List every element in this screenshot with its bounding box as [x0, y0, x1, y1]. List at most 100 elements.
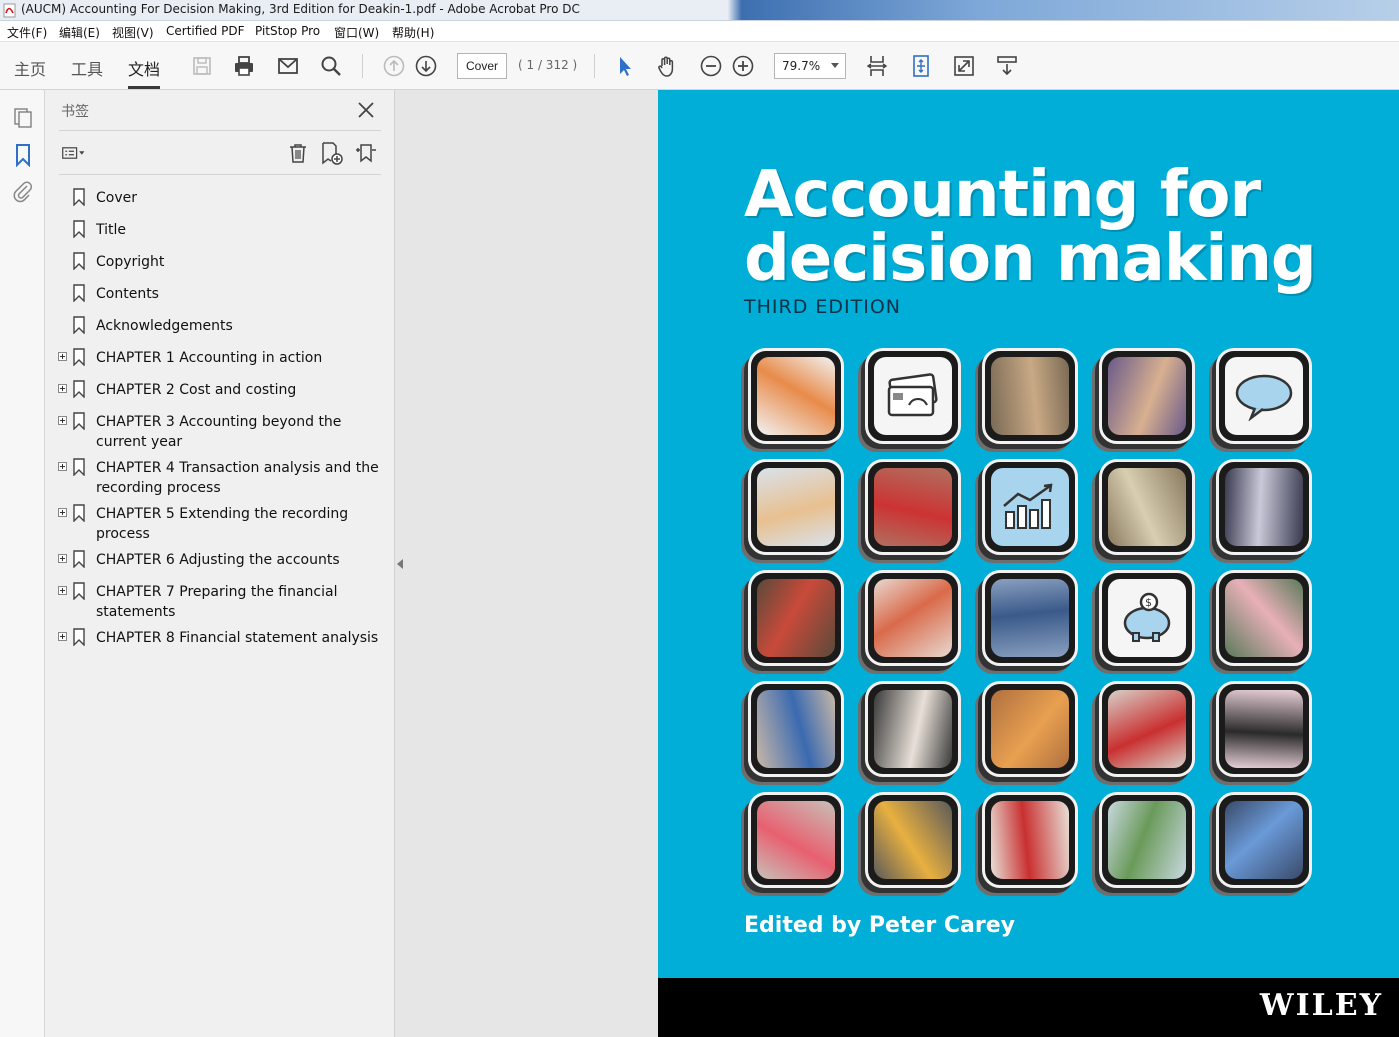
bookmark-label: Contents — [96, 286, 159, 302]
cover-photo-tile — [748, 459, 844, 555]
bookmark-icon — [73, 628, 85, 646]
expand-icon[interactable] — [58, 586, 67, 595]
bookmark-icon — [73, 348, 85, 366]
collapse-panel-icon[interactable] — [397, 559, 403, 569]
fit-width-icon[interactable] — [864, 53, 890, 79]
search-icon[interactable] — [318, 53, 344, 79]
cover-chart-tile — [982, 459, 1078, 555]
expand-icon[interactable] — [58, 462, 67, 471]
window-title: (AUCM) Accounting For Decision Making, 3… — [21, 2, 580, 16]
hand-icon[interactable] — [654, 53, 680, 79]
cover-piggy-tile: $ — [1099, 570, 1195, 666]
tab-home[interactable]: 主页 — [14, 56, 46, 80]
bookmark-icon — [73, 550, 85, 568]
cover-photo-tile — [1099, 348, 1195, 444]
cover-photo-tile — [1099, 792, 1195, 888]
bar-chart-icon — [1003, 483, 1053, 529]
piggy-bank-icon: $ — [1123, 592, 1171, 642]
bookmark-label: CHAPTER 8 Financial statement analysis — [96, 630, 379, 646]
menu-window[interactable]: 窗口(W) — [334, 24, 379, 41]
bookmark-icon — [73, 316, 85, 334]
cover-photo-tile — [865, 792, 961, 888]
bookmark-icon — [73, 188, 85, 206]
cover-card-tile — [865, 348, 961, 444]
panel-title: 书签 — [61, 104, 89, 120]
new-bookmark-button[interactable] — [319, 141, 345, 165]
speech-bubble-icon — [1235, 374, 1293, 421]
menu-file[interactable]: 文件(F) — [7, 24, 47, 41]
bookmark-label: CHAPTER 4 Transaction analysis and the r… — [96, 460, 379, 496]
page-count: ( 1 / 312 ) — [518, 58, 578, 72]
active-tab-indicator — [128, 86, 160, 89]
bookmark-label: CHAPTER 5 Extending the recording proces… — [96, 506, 349, 542]
cover-photo-tile — [982, 681, 1078, 777]
page-number-input[interactable] — [457, 53, 507, 79]
cover-photo-tile — [748, 792, 844, 888]
menu-edit[interactable]: 编辑(E) — [59, 24, 100, 41]
bookmark-icon — [73, 380, 85, 398]
cover-photo-tile — [1216, 792, 1312, 888]
zoom-out-icon[interactable] — [698, 53, 724, 79]
read-mode-icon[interactable] — [994, 53, 1020, 79]
menu-view[interactable]: 视图(V) — [112, 24, 154, 41]
bookmark-expand-icon — [356, 144, 376, 163]
select-cursor-icon[interactable] — [612, 53, 638, 79]
publisher-logo: WILEY — [1259, 988, 1383, 1023]
navigation-rail — [0, 90, 45, 1037]
pdf-page: Accounting for decision making THIRD EDI… — [658, 90, 1399, 1037]
delete-bookmark-button[interactable] — [285, 141, 311, 165]
window-title-bar: (AUCM) Accounting For Decision Making, 3… — [0, 0, 1399, 21]
bookmark-icon[interactable] — [11, 143, 35, 167]
credit-card-icon — [887, 373, 938, 417]
cover-title-line2: decision making — [744, 222, 1317, 296]
chevron-down-icon — [831, 63, 839, 68]
bookmark-icon — [73, 220, 85, 238]
cover-title: Accounting for decision making — [744, 158, 1317, 296]
cover-photo-tile — [1099, 681, 1195, 777]
full-screen-icon[interactable] — [951, 53, 977, 79]
expand-icon[interactable] — [58, 384, 67, 393]
options-menu-button[interactable] — [61, 141, 87, 165]
bookmark-icon — [73, 252, 85, 270]
expand-icon[interactable] — [58, 416, 67, 425]
bookmark-label: Title — [96, 222, 127, 238]
print-icon[interactable] — [231, 53, 257, 79]
add-bookmark-icon — [322, 142, 343, 165]
menu-pitstop-pro[interactable]: PitStop Pro — [255, 24, 320, 38]
bookmark-label: CHAPTER 3 Accounting beyond the current … — [96, 414, 342, 450]
close-icon[interactable] — [356, 100, 376, 120]
zoom-in-icon[interactable] — [730, 53, 756, 79]
cover-photo-tile — [865, 459, 961, 555]
cover-title-line1: Accounting for — [744, 158, 1261, 232]
expand-icon[interactable] — [58, 352, 67, 361]
cover-photo-tile — [748, 681, 844, 777]
expand-icon[interactable] — [58, 508, 67, 517]
cover-photo-tile — [748, 348, 844, 444]
save-icon[interactable] — [189, 53, 215, 79]
fit-page-icon[interactable] — [908, 53, 934, 79]
zoom-value: 79.7% — [782, 59, 821, 73]
expand-bookmark-button[interactable] — [353, 141, 379, 165]
attachment-icon[interactable] — [11, 179, 35, 203]
bookmark-label: CHAPTER 2 Cost and costing — [96, 382, 297, 398]
bookmark-label: CHAPTER 7 Preparing the financial statem… — [96, 584, 338, 620]
page-up-icon[interactable] — [381, 53, 407, 79]
cover-photo-tile — [1099, 459, 1195, 555]
zoom-select[interactable]: 79.7% — [774, 53, 846, 79]
expand-icon[interactable] — [58, 554, 67, 563]
cover-speech-tile — [1216, 348, 1312, 444]
page-down-icon[interactable] — [413, 53, 439, 79]
bookmarks-panel: 书签 Cover Title Copyright Contents Acknowle — [45, 90, 395, 1037]
toolbar-separator — [594, 54, 595, 78]
menu-help[interactable]: 帮助(H) — [392, 24, 434, 41]
tab-document[interactable]: 文档 — [128, 56, 160, 80]
page-thumbnails-icon[interactable] — [11, 106, 35, 130]
tab-tools[interactable]: 工具 — [71, 56, 103, 80]
mail-icon[interactable] — [275, 53, 301, 79]
main-toolbar: 主页 工具 文档 — [0, 42, 1399, 90]
cover-edition: THIRD EDITION — [744, 296, 901, 318]
menu-bar: 文件(F) 编辑(E) 视图(V) Certified PDF PitStop … — [0, 21, 1399, 42]
menu-certified-pdf[interactable]: Certified PDF — [166, 24, 245, 38]
expand-icon[interactable] — [58, 632, 67, 641]
bookmark-label: Acknowledgements — [96, 318, 233, 334]
